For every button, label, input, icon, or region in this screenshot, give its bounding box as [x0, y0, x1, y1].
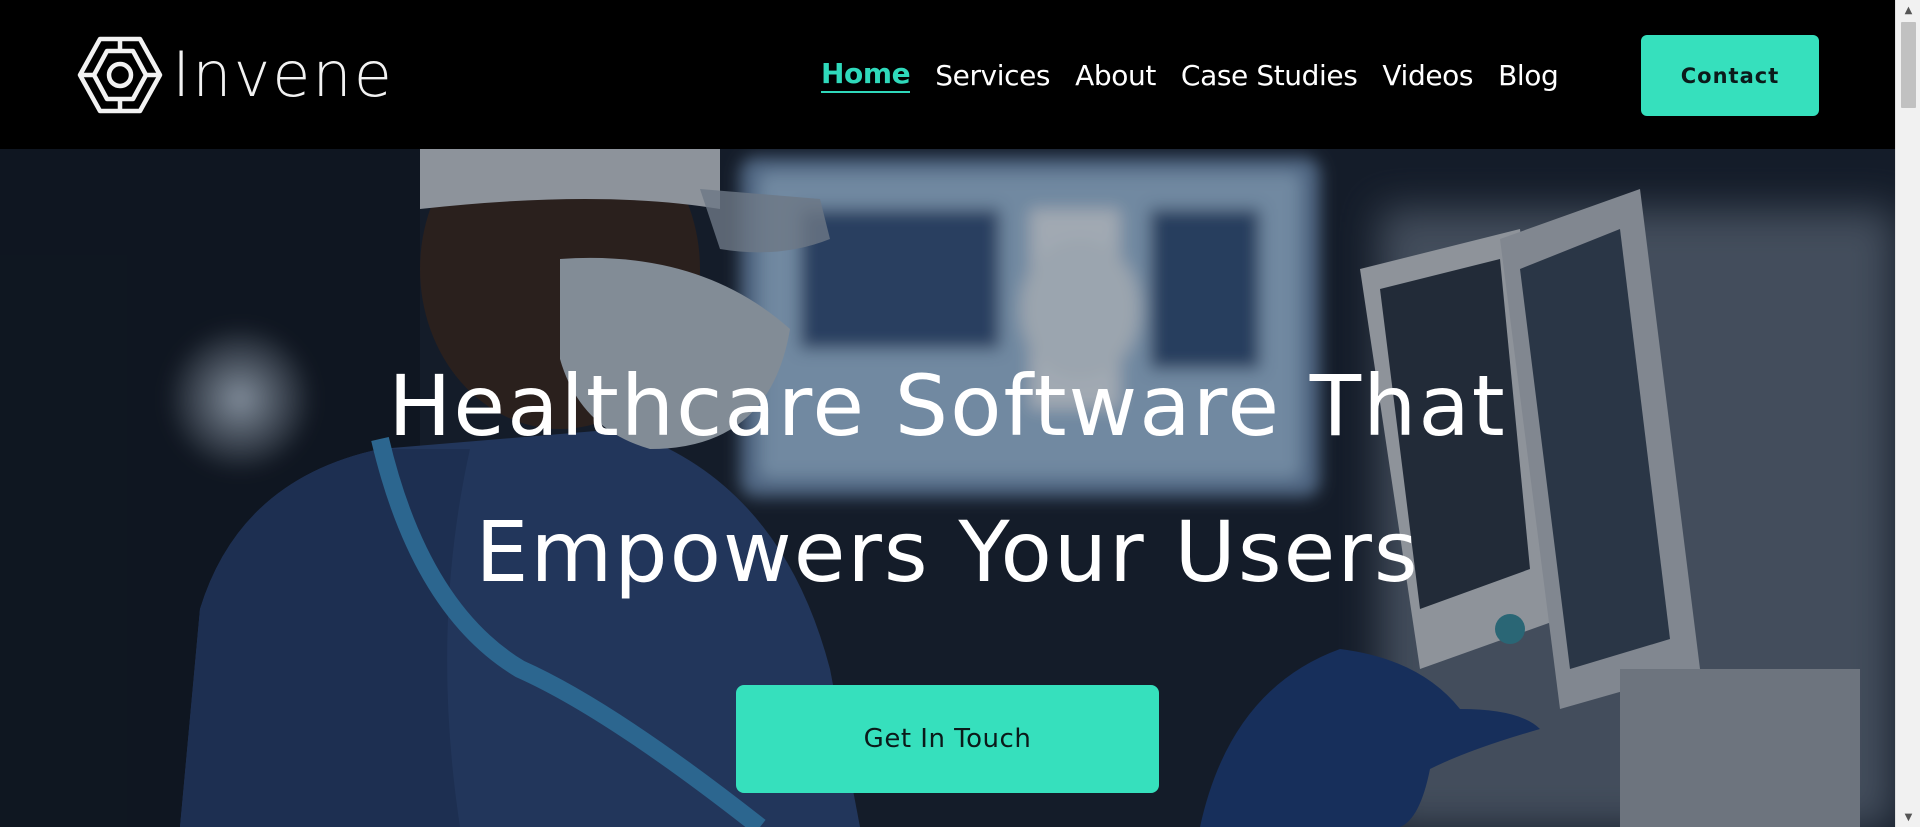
hexagon-maze-icon [77, 36, 163, 114]
nav-item-about[interactable]: About [1075, 59, 1156, 92]
scroll-up-arrow-icon[interactable]: ▲ [1896, 0, 1920, 20]
scroll-thumb[interactable] [1901, 22, 1916, 108]
hero-title-line2: Empowers Your Users [475, 503, 1420, 601]
vertical-scrollbar[interactable]: ▲ ▼ [1895, 0, 1920, 827]
hero-title-line1: Healthcare Software That [388, 357, 1507, 455]
contact-button[interactable]: Contact [1641, 35, 1819, 116]
main-nav: Home Services About Case Studies Videos … [821, 55, 1559, 95]
page-viewport: Invene Home Services About Case Studies … [0, 0, 1895, 827]
nav-item-videos[interactable]: Videos [1382, 59, 1473, 92]
brand-name: Invene [172, 38, 394, 111]
site-header: Invene Home Services About Case Studies … [0, 0, 1895, 149]
nav-item-services[interactable]: Services [935, 59, 1050, 92]
logo-link[interactable]: Invene [76, 35, 394, 115]
nav-item-blog[interactable]: Blog [1498, 59, 1559, 92]
hero-title: Healthcare Software That Empowers Your U… [0, 333, 1895, 625]
nav-item-case-studies[interactable]: Case Studies [1181, 59, 1358, 92]
scroll-down-arrow-icon[interactable]: ▼ [1896, 807, 1920, 827]
nav-item-home[interactable]: Home [821, 57, 911, 93]
hero-section: Healthcare Software That Empowers Your U… [0, 149, 1895, 827]
get-in-touch-button[interactable]: Get In Touch [736, 685, 1159, 793]
